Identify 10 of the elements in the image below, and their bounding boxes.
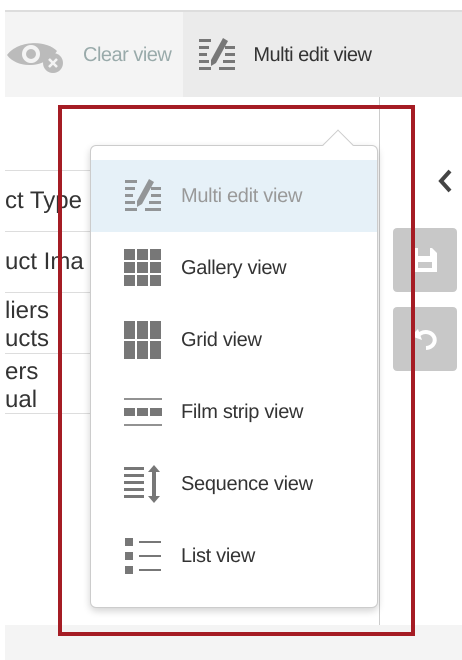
grid-icon — [123, 320, 163, 360]
list-icon — [123, 536, 163, 576]
toolbar-button[interactable]: Multi edit view — [183, 12, 462, 97]
chevron-left-icon — [437, 169, 453, 193]
gallery-grid-icon — [123, 248, 163, 288]
collapse-button[interactable] — [437, 169, 453, 194]
lines-arrow-icon — [123, 464, 163, 504]
menu-item[interactable]: List view — [91, 520, 377, 592]
menu-item[interactable]: Sequence view — [91, 448, 377, 520]
save-icon — [412, 247, 438, 274]
